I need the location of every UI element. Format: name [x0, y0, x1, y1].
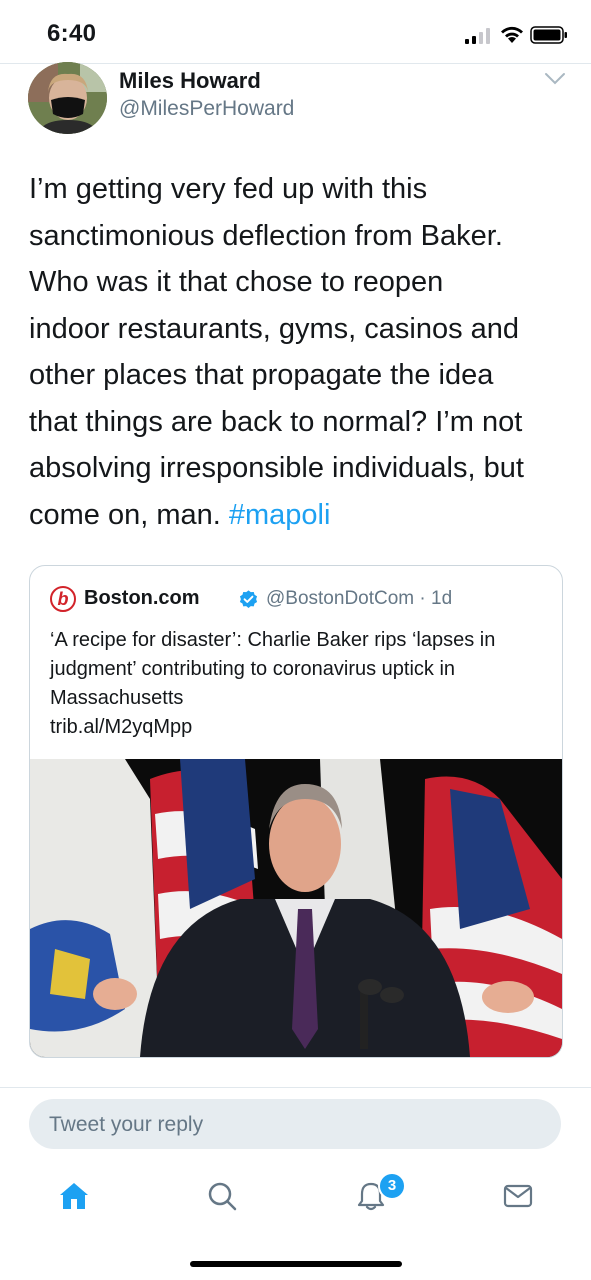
status-time: 6:40: [47, 20, 97, 47]
tweet-text-line: Who was it that chose to reopen: [29, 266, 444, 298]
quoted-tweet-header: b Boston.com @BostonDotCom · 1d: [50, 586, 550, 614]
author-name[interactable]: Miles Howard: [119, 68, 261, 94]
wifi-icon: [501, 26, 523, 43]
top-divider: [0, 63, 591, 64]
author-handle[interactable]: @MilesPerHoward: [119, 97, 294, 121]
quoted-tweet-text: ‘A recipe for disaster’: Charlie Baker r…: [50, 626, 545, 742]
reply-input[interactable]: [47, 1099, 551, 1151]
search-icon[interactable]: [206, 1180, 238, 1212]
tweet-text-line: sanctimonious deflection from Baker.: [29, 219, 503, 252]
bottom-divider: [0, 1087, 591, 1088]
quoted-handle-time: @BostonDotCom · 1d: [266, 588, 453, 609]
quoted-tweet-card[interactable]: b Boston.com @BostonDotCom · 1d ‘A recip…: [29, 565, 563, 1058]
messages-icon[interactable]: [502, 1180, 534, 1212]
quoted-link[interactable]: trib.al/M2yqMpp: [50, 713, 545, 742]
chevron-down-icon[interactable]: [544, 72, 566, 86]
tweet-text-line: come on, man. #mapoli: [29, 492, 569, 539]
tweet-text-line: other places that propagate the idea: [29, 359, 494, 391]
tweet-text-line: that things are back to normal? I’m not: [29, 405, 523, 438]
quoted-tweet-image[interactable]: [30, 759, 562, 1057]
status-bar: 6:40: [0, 0, 591, 64]
verified-badge-icon: [239, 590, 258, 608]
boston-logo-icon: b: [50, 586, 76, 612]
quoted-author-name: Boston.com: [84, 587, 200, 609]
home-icon[interactable]: [58, 1180, 90, 1212]
reply-bar[interactable]: [29, 1099, 561, 1151]
avatar[interactable]: [28, 62, 107, 134]
tweet-text-line: absolving irresponsible individuals, but: [29, 452, 524, 484]
quoted-headline: ‘A recipe for disaster’: Charlie Baker r…: [50, 629, 496, 709]
hashtag-link[interactable]: #mapoli: [229, 499, 331, 531]
cellular-signal-icon: [465, 28, 490, 44]
tweet-text: I’m getting very fed up with this sancti…: [29, 166, 569, 538]
tweet-text-last: come on, man.: [29, 498, 221, 531]
tweet-text-line: I’m getting very fed up with this: [29, 173, 428, 205]
tweet-text-line: indoor restaurants, gyms, casinos and: [29, 312, 520, 345]
notification-count-badge: 3: [378, 1172, 406, 1200]
battery-icon: [530, 26, 567, 44]
home-indicator[interactable]: [190, 1261, 402, 1267]
